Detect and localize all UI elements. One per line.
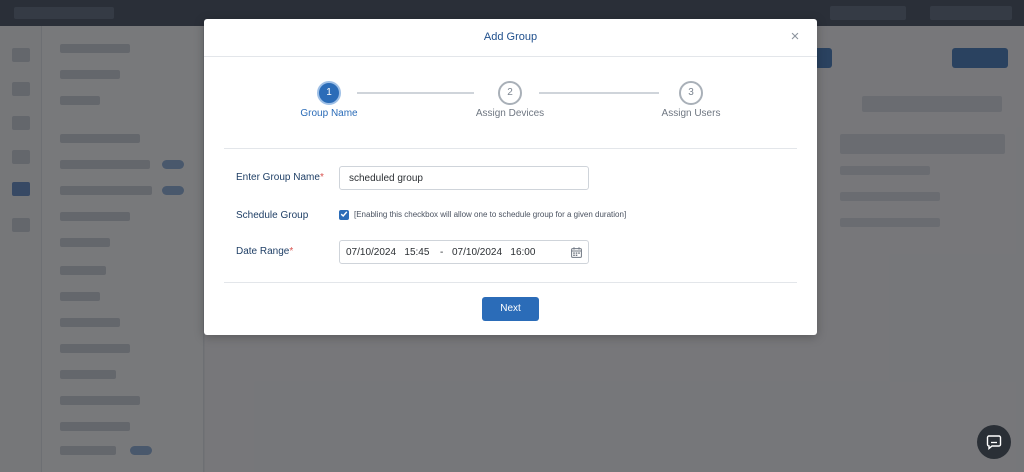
step-3-indicator[interactable]: 3	[679, 81, 703, 105]
next-button[interactable]: Next	[482, 297, 539, 321]
step-connector	[539, 92, 659, 94]
date-range-separator: -	[440, 247, 444, 258]
stepper: 1 Group Name 2 Assign Devices 3 Assign U…	[204, 57, 817, 147]
step-1-label: Group Name	[300, 108, 358, 119]
schedule-group-row: Schedule Group [Enabling this checkbox w…	[236, 204, 785, 228]
group-name-label: Enter Group Name*	[236, 172, 324, 183]
calendar-icon[interactable]	[571, 247, 582, 258]
chat-button[interactable]	[977, 425, 1011, 459]
schedule-group-checkbox[interactable]	[339, 210, 349, 220]
add-group-modal: Add Group × 1 Group Name 2 Assign Device…	[204, 19, 817, 335]
step-connector	[357, 92, 474, 94]
chat-icon	[986, 435, 1002, 450]
footer-divider	[224, 282, 797, 283]
checkmark-icon	[340, 211, 348, 218]
step-3-label: Assign Users	[661, 108, 721, 119]
date-range-label: Date Range*	[236, 246, 294, 257]
date-range-start: 07/10/2024 15:45	[346, 247, 430, 258]
step-1-indicator[interactable]: 1	[317, 81, 341, 105]
date-range-row: Date Range* 07/10/2024 15:45 - 07/10/202…	[236, 240, 785, 264]
date-range-input[interactable]: 07/10/2024 15:45 - 07/10/2024 16:00	[339, 240, 589, 264]
close-icon[interactable]: ×	[787, 28, 803, 46]
step-2-indicator[interactable]: 2	[498, 81, 522, 105]
form-divider	[224, 148, 797, 149]
modal-header: Add Group ×	[204, 19, 817, 57]
date-range-end: 07/10/2024 16:00	[452, 247, 536, 258]
modal-title: Add Group	[483, 31, 538, 43]
schedule-group-hint: [Enabling this checkbox will allow one t…	[354, 210, 627, 219]
schedule-group-label: Schedule Group	[236, 210, 309, 221]
group-name-row: Enter Group Name*	[236, 166, 785, 190]
step-2-label: Assign Devices	[475, 108, 545, 119]
group-name-input[interactable]	[339, 166, 589, 190]
